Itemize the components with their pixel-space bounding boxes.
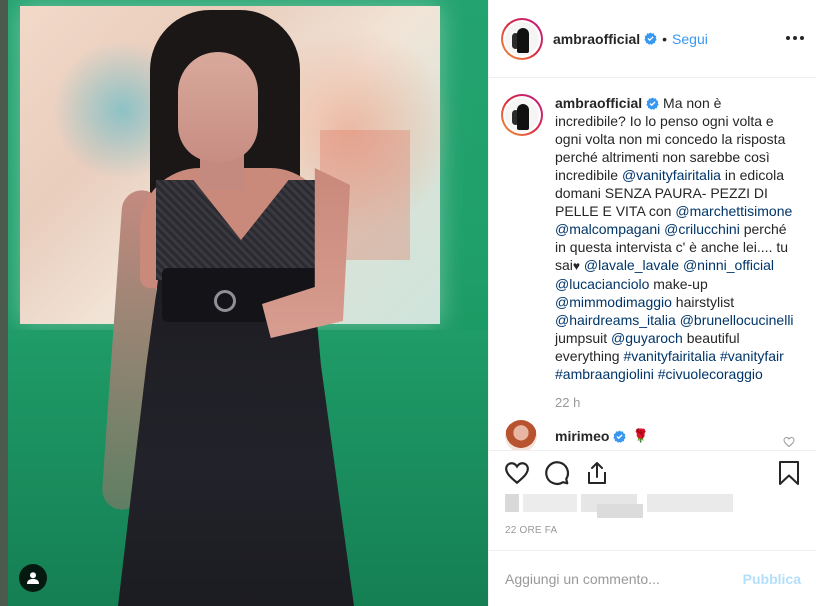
tagged-users-button[interactable] (19, 564, 47, 592)
avatar[interactable] (501, 17, 543, 60)
avatar[interactable] (501, 94, 543, 136)
verified-badge-icon (646, 97, 659, 110)
mention-link[interactable]: @vanityfairitalia (622, 167, 721, 183)
post-details-panel: ambraofficial • Segui ambraofficial Ma n… (488, 0, 816, 606)
hashtag-link[interactable]: #vanityfair (720, 348, 784, 364)
caption-body: jumpsuit (555, 330, 612, 346)
caption-username[interactable]: ambraofficial (555, 95, 642, 111)
mention-link[interactable]: @lavale_lavale (584, 257, 679, 273)
model-face (178, 52, 258, 162)
mention-link[interactable]: @malcompagani (555, 221, 660, 237)
add-comment-section: Pubblica (489, 550, 816, 606)
avatar[interactable] (505, 420, 537, 450)
bookmark-icon (779, 460, 799, 485)
caption: ambraofficial Ma non è incredibile? Io l… (501, 94, 801, 383)
heart-emoji: ♥ (572, 259, 581, 273)
post-date[interactable]: 22 ORE FA (505, 525, 557, 536)
comment-input[interactable] (505, 570, 735, 587)
caption-timestamp[interactable]: 22 h (555, 395, 801, 410)
mention-link[interactable]: @ninni_official (683, 257, 774, 273)
share-icon (588, 461, 606, 484)
comment-text: 🌹 (632, 428, 649, 443)
likes-count-blurred[interactable] (505, 492, 733, 518)
header-username[interactable]: ambraofficial (553, 31, 640, 47)
left-edge-strip (0, 0, 8, 606)
post-actions (489, 450, 816, 494)
follow-button[interactable]: Segui (672, 31, 708, 47)
heart-icon (505, 461, 529, 484)
post-photo[interactable] (0, 0, 488, 606)
comment-like-heart-icon[interactable] (783, 436, 795, 448)
comment-username[interactable]: mirimeo (555, 428, 609, 444)
share-button[interactable] (577, 453, 617, 493)
verified-badge-icon (613, 429, 627, 443)
hashtag-link[interactable]: #civuolecoraggio (658, 366, 763, 382)
mention-link[interactable]: @marchettisimone (675, 203, 792, 219)
comments-list[interactable]: ambraofficial Ma non è incredibile? Io l… (489, 78, 816, 450)
user-icon (27, 572, 39, 584)
caption-text: ambraofficial Ma non è incredibile? Io l… (555, 94, 795, 383)
comment-button[interactable] (537, 453, 577, 493)
mention-link[interactable]: @guyaroch (611, 330, 683, 346)
comment-item: mirimeo 🌹 (501, 420, 801, 450)
mention-link[interactable]: @hairdreams_italia (555, 312, 676, 328)
comment-icon (545, 460, 569, 485)
publish-button[interactable]: Pubblica (743, 571, 801, 587)
separator-dot: • (662, 30, 668, 47)
mention-link[interactable]: @crilucchini (664, 221, 740, 237)
caption-body: hairstylist (671, 294, 735, 310)
caption-body: make-up (649, 276, 708, 292)
save-button[interactable] (769, 453, 809, 493)
verified-badge-icon (644, 32, 657, 45)
post-header: ambraofficial • Segui (489, 0, 816, 78)
hashtag-link[interactable]: #ambraangiolini (555, 366, 654, 382)
like-button[interactable] (497, 453, 537, 493)
belt-ring (214, 290, 236, 312)
hashtag-link[interactable]: #vanityfairitalia (623, 348, 716, 364)
mention-link[interactable]: @brunellocucinelli (680, 312, 794, 328)
mention-link[interactable]: @mimmodimaggio (555, 294, 672, 310)
more-options-icon[interactable] (783, 26, 807, 50)
mention-link[interactable]: @lucacianciolo (555, 276, 649, 292)
